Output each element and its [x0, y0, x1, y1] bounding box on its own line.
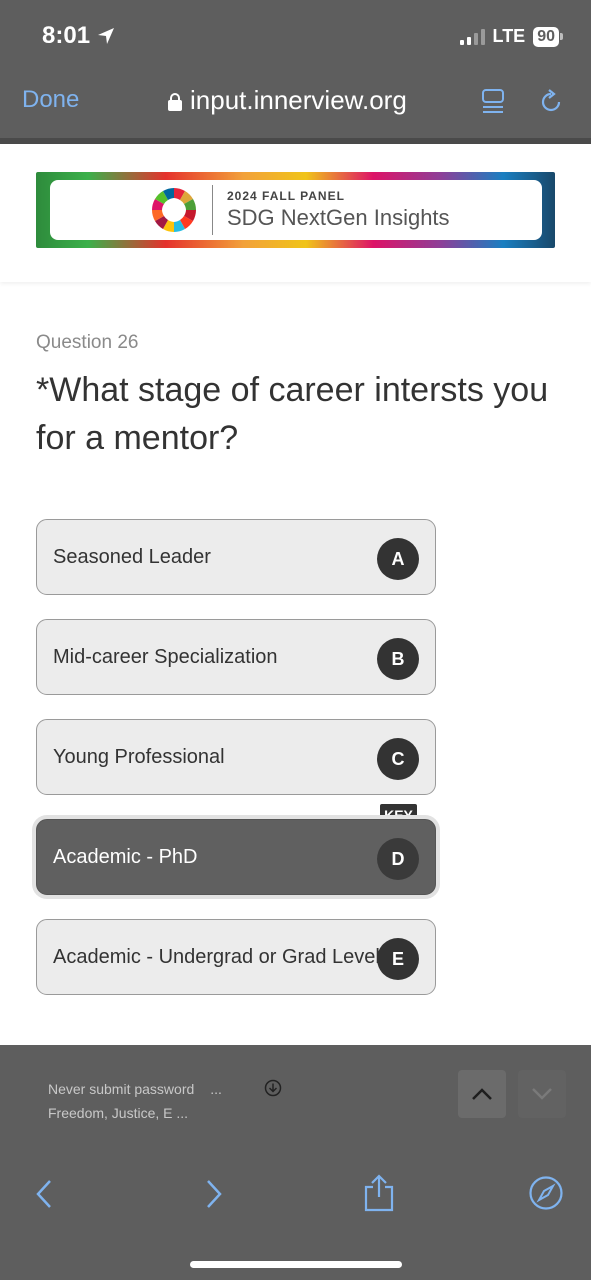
battery-icon: 90: [533, 26, 563, 47]
option-label: Academic - PhD: [53, 845, 198, 868]
option-key-badge: E: [377, 938, 419, 980]
option-e[interactable]: Academic - Undergrad or Grad Level E: [36, 919, 436, 995]
autofill-suggestion[interactable]: Never submit password ... Freedom, Justi…: [48, 1077, 222, 1125]
compass-icon[interactable]: [528, 1175, 564, 1211]
status-bar: 8:01 LTE 90: [0, 0, 591, 68]
refresh-icon[interactable]: [537, 88, 565, 116]
share-icon[interactable]: [362, 1173, 396, 1213]
banner-title: SDG NextGen Insights: [227, 205, 450, 230]
suggestion-line-2: Freedom, Justice, E ...: [48, 1105, 189, 1121]
suggestion-line-1: Never submit password: [48, 1081, 195, 1097]
back-icon[interactable]: [30, 1177, 58, 1211]
sdg-wheel-icon: [152, 188, 196, 232]
autofill-bar: Never submit password ... Freedom, Justi…: [0, 1045, 591, 1155]
lock-icon: [168, 92, 182, 111]
next-field-button[interactable]: [518, 1070, 566, 1118]
header-banner-area: 2024 FALL PANEL SDG NextGen Insights: [0, 144, 591, 282]
clock: 8:01: [42, 22, 91, 49]
banner-text: 2024 FALL PANEL SDG NextGen Insights: [227, 189, 450, 231]
browser-toolbar: Done input.innerview.org: [0, 68, 591, 138]
option-label: Seasoned Leader: [53, 545, 211, 568]
banner-logo: 2024 FALL PANEL SDG NextGen Insights: [50, 180, 542, 240]
option-label: Young Professional: [53, 745, 225, 768]
bottom-toolbar: [0, 1155, 591, 1280]
option-label: Academic - Undergrad or Grad Level: [53, 945, 380, 968]
previous-field-button[interactable]: [458, 1070, 506, 1118]
battery-level: 90: [533, 26, 559, 47]
option-key-badge: B: [377, 638, 419, 680]
option-b[interactable]: Mid-career Specialization B: [36, 619, 436, 695]
suggestion-ellipsis: ...: [210, 1081, 222, 1097]
chevron-up-icon: [472, 1088, 492, 1100]
signal-icon: [459, 28, 485, 45]
done-button[interactable]: Done: [22, 86, 79, 114]
option-a[interactable]: Seasoned Leader A: [36, 519, 436, 595]
question-text: *What stage of career intersts you for a…: [36, 371, 549, 457]
download-icon[interactable]: [264, 1079, 282, 1097]
address-bar[interactable]: input.innerview.org: [168, 85, 407, 116]
option-key-badge: C: [377, 738, 419, 780]
header-banner: 2024 FALL PANEL SDG NextGen Insights: [36, 172, 555, 248]
location-arrow-icon: [98, 28, 115, 44]
status-indicators: LTE 90: [459, 26, 563, 47]
chevron-down-icon: [532, 1088, 552, 1100]
reader-mode-icon[interactable]: [480, 88, 506, 116]
home-indicator[interactable]: [190, 1261, 402, 1268]
option-label: Mid-career Specialization: [53, 645, 278, 668]
status-time: 8:01: [42, 22, 116, 50]
option-c[interactable]: Young Professional C: [36, 719, 436, 795]
banner-divider: [212, 185, 213, 235]
option-key-badge: D: [377, 838, 419, 880]
option-key-badge: A: [377, 538, 419, 580]
question-number: Question 26: [36, 332, 139, 353]
forward-icon[interactable]: [200, 1177, 228, 1211]
banner-subtitle: 2024 FALL PANEL: [227, 189, 345, 203]
network-type: LTE: [492, 26, 526, 46]
url-text: input.innerview.org: [190, 85, 407, 115]
option-d[interactable]: Academic - PhD D: [36, 819, 436, 895]
